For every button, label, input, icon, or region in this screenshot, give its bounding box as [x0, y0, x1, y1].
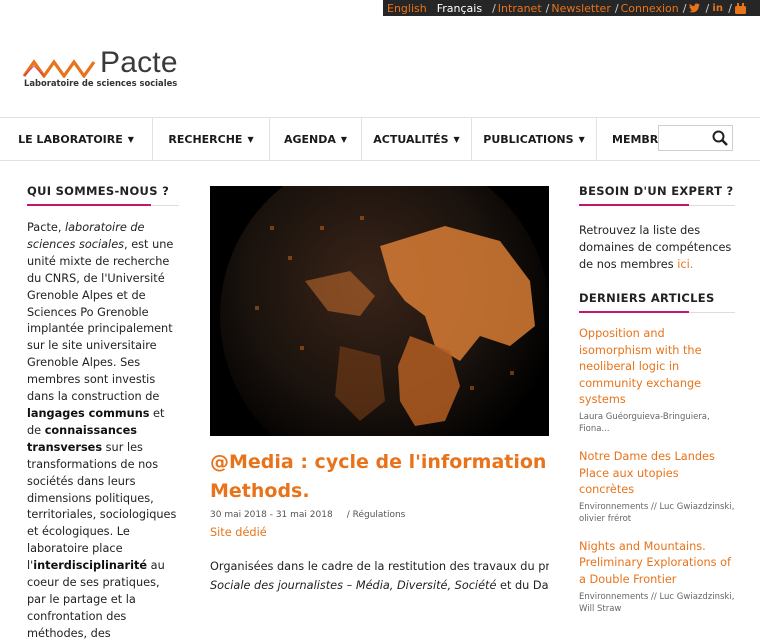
separator: /	[492, 1, 496, 15]
nav-label: RECHERCHE	[168, 132, 243, 146]
expert-link[interactable]: ici.	[677, 258, 693, 271]
chevron-down-icon: ▼	[127, 134, 134, 144]
latest-articles-heading: DERNIERS ARTICLES	[579, 291, 735, 313]
chevron-down-icon: ▼	[247, 134, 254, 144]
chevron-down-icon: ▼	[578, 134, 585, 144]
sidebar-right: BESOIN D'UN EXPERT ? Retrouvez la liste …	[579, 184, 735, 616]
nav-item-actualites[interactable]: ACTUALITÉS ▼	[362, 118, 472, 160]
list-item: Opposition and isomorphism with the neol…	[579, 326, 735, 436]
latest-article-authors: Environnements // Luc Gwiazdzinski, oliv…	[579, 501, 735, 525]
logo-tagline: Laboratoire de sciences sociales	[24, 78, 178, 88]
nav-label: ACTUALITÉS	[373, 132, 449, 146]
search-input[interactable]	[659, 126, 713, 150]
latest-article-title[interactable]: Opposition and isomorphism with the neol…	[579, 326, 735, 409]
about-heading: QUI SOMMES-NOUS ?	[27, 184, 179, 206]
main-nav: LE LABORATOIRE ▼ RECHERCHE ▼ AGENDA ▼ ACTUA…	[0, 117, 760, 161]
logo-name: Pacte	[100, 46, 178, 79]
separator: /	[614, 1, 619, 15]
intranet-link[interactable]: Intranet	[498, 2, 542, 15]
article-meta: 30 mai 2018 - 31 mai 2018 / Régulations	[210, 510, 405, 520]
chevron-down-icon: ▼	[340, 134, 348, 144]
featured-image[interactable]	[210, 186, 549, 436]
article-excerpt: Organisées dans le cadre de la restituti…	[210, 560, 549, 592]
separator: /	[682, 1, 687, 15]
separator: /	[728, 1, 732, 15]
nav-item-agenda[interactable]: AGENDA ▼	[270, 118, 362, 160]
search-box	[658, 125, 733, 151]
about-section: QUI SOMMES-NOUS ? Pacte, laboratoire de …	[27, 184, 179, 643]
nav-label: AGENDA	[283, 132, 336, 146]
linkedin-icon[interactable]: in	[712, 3, 723, 14]
login-link[interactable]: Connexion	[621, 2, 679, 15]
logo-mark-icon	[22, 59, 96, 78]
lang-english-link[interactable]: English	[383, 2, 427, 15]
newsletter-link[interactable]: Newsletter	[551, 2, 610, 15]
article-title[interactable]: @Media : cycle de l'information et Method…	[210, 448, 549, 506]
article-date: 30 mai 2018 - 31 mai 2018	[210, 510, 333, 520]
list-item: Nights and Mountains. Preliminary Explor…	[579, 539, 735, 616]
top-bar: English Français / Intranet / Newsletter /…	[383, 0, 760, 16]
youtube-icon[interactable]	[734, 2, 746, 14]
nav-item-recherche[interactable]: RECHERCHE ▼	[153, 118, 270, 160]
nav-item-laboratoire[interactable]: LE LABORATOIRE ▼	[0, 118, 153, 160]
site-link[interactable]: Site dédié	[210, 526, 267, 539]
nav-item-publications[interactable]: PUBLICATIONS ▼	[472, 118, 597, 160]
about-text: Pacte, laboratoire de sciences sociales,…	[27, 221, 177, 640]
latest-article-authors: Laura Guéorguieva-Bringuiera, Fiona...	[579, 411, 710, 435]
separator: /	[545, 1, 550, 15]
latest-article-authors: Environnements // Luc Gwiazdzinski, Will…	[579, 591, 735, 615]
expert-heading: BESOIN D'UN EXPERT ?	[579, 184, 735, 206]
search-icon[interactable]	[711, 129, 729, 147]
nav-label: PUBLICATIONS	[483, 132, 574, 146]
list-item: Notre Dame des Landes Place aux utopies …	[579, 449, 735, 526]
latest-article-title[interactable]: Nights and Mountains. Preliminary Explor…	[579, 539, 735, 589]
latest-article-title[interactable]: Notre Dame des Landes Place aux utopies …	[579, 449, 735, 499]
twitter-icon[interactable]	[689, 2, 701, 14]
expert-text: Retrouvez la liste des domaines de compé…	[579, 224, 732, 271]
nav-label: LE LABORATOIRE	[18, 132, 123, 146]
article-category[interactable]: / Régulations	[347, 510, 406, 520]
chevron-down-icon: ▼	[453, 134, 460, 144]
globe-image	[210, 186, 549, 436]
lang-french-link[interactable]: Français	[427, 2, 488, 15]
separator: /	[705, 1, 710, 15]
